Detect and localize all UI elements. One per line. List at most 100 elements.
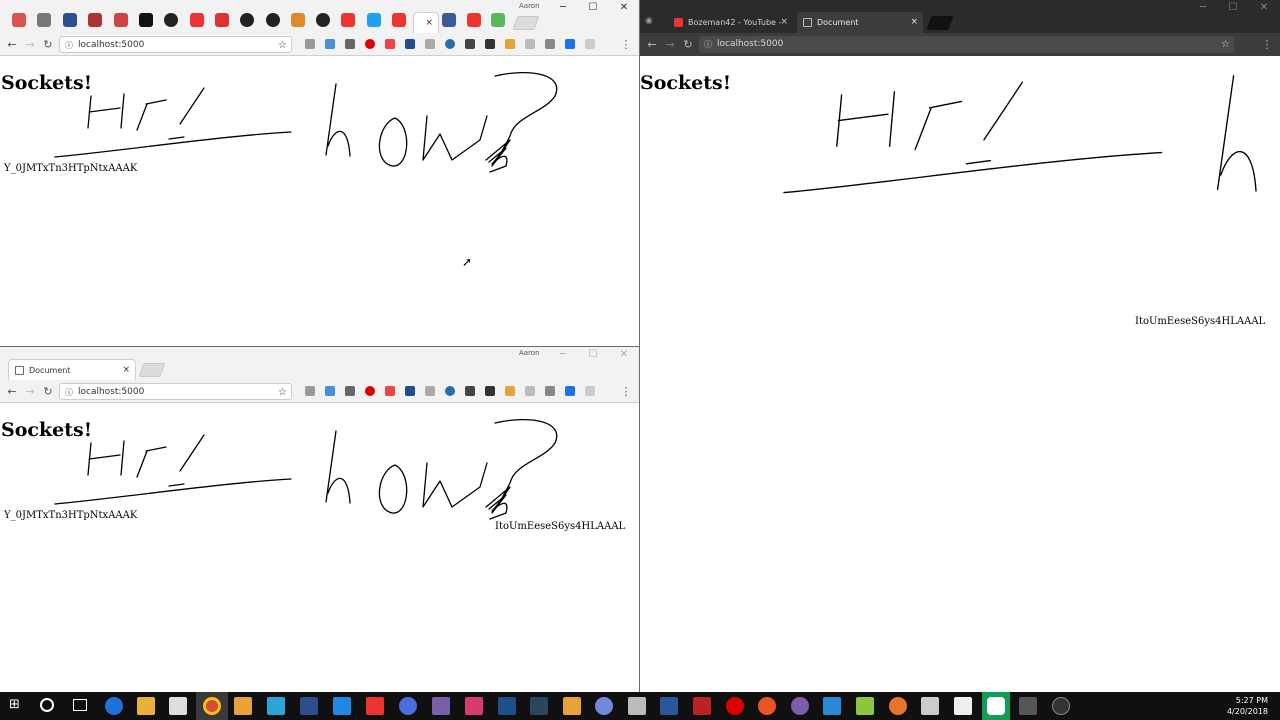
tab-document[interactable]: Document × xyxy=(8,359,136,380)
pocket-icon[interactable] xyxy=(465,386,475,396)
github-icon[interactable] xyxy=(240,13,254,27)
profile-name[interactable]: Aaron xyxy=(519,349,540,357)
tab-close-icon[interactable]: × xyxy=(780,12,788,33)
obs-icon[interactable] xyxy=(1052,697,1070,715)
start-button-icon[interactable]: ⊞ xyxy=(9,698,23,712)
powershell-icon[interactable] xyxy=(300,697,318,715)
drawing-canvas[interactable] xyxy=(0,403,640,692)
minimize-button[interactable]: ─ xyxy=(1193,2,1213,13)
hangouts-taskbar-button[interactable] xyxy=(982,692,1010,720)
extension-icon[interactable] xyxy=(445,39,455,49)
app-icon[interactable] xyxy=(856,697,874,715)
app-icon[interactable] xyxy=(399,697,417,715)
pinned-tab-icon[interactable] xyxy=(12,13,26,27)
extension-icon[interactable] xyxy=(545,39,555,49)
info-icon[interactable]: ⓘ xyxy=(65,384,73,401)
pinned-tab-icon[interactable] xyxy=(63,13,77,27)
tab-close-icon[interactable]: × xyxy=(910,12,918,33)
close-button[interactable]: ✕ xyxy=(1254,2,1274,13)
app-icon[interactable] xyxy=(889,697,907,715)
pinned-tab-icon[interactable] xyxy=(37,13,51,27)
bookmark-star-icon[interactable]: ☆ xyxy=(1221,36,1230,53)
facebook-icon[interactable] xyxy=(442,13,456,27)
cast-icon[interactable] xyxy=(305,386,315,396)
info-icon[interactable]: ⓘ xyxy=(704,36,712,53)
close-button[interactable]: ✕ xyxy=(614,349,634,360)
extension-icon[interactable] xyxy=(405,39,415,49)
extension-icon[interactable] xyxy=(485,386,495,396)
drawing-canvas[interactable]: ➚ xyxy=(0,56,640,346)
extension-icon[interactable] xyxy=(385,39,395,49)
extension-icon[interactable] xyxy=(345,386,355,396)
maximize-button[interactable]: ☐ xyxy=(583,2,603,13)
bookmark-star-icon[interactable]: ☆ xyxy=(278,384,287,401)
extension-icon[interactable] xyxy=(585,39,595,49)
extension-icon[interactable] xyxy=(505,39,515,49)
new-tab-button[interactable] xyxy=(138,363,166,377)
opera-icon[interactable] xyxy=(726,697,744,715)
chrome-menu-icon[interactable]: ⋮ xyxy=(617,38,635,51)
app-icon[interactable] xyxy=(1019,697,1037,715)
extension-icon[interactable] xyxy=(505,386,515,396)
minimize-button[interactable]: ─ xyxy=(553,2,573,13)
app-icon[interactable] xyxy=(628,697,646,715)
word-icon[interactable] xyxy=(660,697,678,715)
pinned-tab-icon[interactable] xyxy=(190,13,204,27)
vue-devtools-icon[interactable] xyxy=(565,39,575,49)
extension-icon[interactable] xyxy=(525,386,535,396)
app-icon[interactable] xyxy=(465,697,483,715)
pinned-tab-icon[interactable] xyxy=(291,13,305,27)
system-clock[interactable]: 5:27 PM 4/20/2018 xyxy=(1227,695,1268,717)
tab-close-icon[interactable]: × xyxy=(122,360,130,380)
github-icon[interactable] xyxy=(316,13,330,27)
forward-button[interactable]: → xyxy=(21,38,39,51)
opera-icon[interactable] xyxy=(365,386,375,396)
app-icon[interactable] xyxy=(954,697,972,715)
youtube-icon[interactable] xyxy=(392,13,406,27)
extension-icon[interactable] xyxy=(385,386,395,396)
pinned-tab-icon[interactable] xyxy=(491,13,505,27)
new-tab-button[interactable] xyxy=(926,16,954,30)
pinned-tab-icon[interactable] xyxy=(114,13,128,27)
extension-icon[interactable] xyxy=(585,386,595,396)
reload-button[interactable]: ↻ xyxy=(39,38,57,51)
minimize-button[interactable]: ─ xyxy=(553,349,573,360)
vscode-icon[interactable] xyxy=(333,697,351,715)
task-view-icon[interactable] xyxy=(73,699,87,711)
notion-icon[interactable] xyxy=(139,13,153,27)
extension-icon[interactable] xyxy=(485,39,495,49)
github-icon[interactable] xyxy=(164,13,178,27)
app-icon[interactable] xyxy=(791,697,809,715)
app-icon[interactable] xyxy=(432,697,450,715)
app-icon[interactable] xyxy=(498,697,516,715)
maximize-button[interactable]: ☐ xyxy=(1223,2,1243,13)
discord-icon[interactable] xyxy=(595,697,613,715)
back-button[interactable]: ← xyxy=(3,385,21,398)
youtube-icon[interactable] xyxy=(341,13,355,27)
twitter-icon[interactable] xyxy=(367,13,381,27)
reload-button[interactable]: ↻ xyxy=(679,38,697,51)
cast-icon[interactable] xyxy=(305,39,315,49)
chrome-taskbar-button[interactable] xyxy=(196,692,228,720)
app-icon[interactable] xyxy=(234,697,252,715)
app-icon[interactable] xyxy=(823,697,841,715)
forward-button[interactable]: → xyxy=(21,385,39,398)
chrome-menu-icon[interactable]: ⋮ xyxy=(1258,38,1276,51)
extension-icon[interactable] xyxy=(525,39,535,49)
pinned-tab-icon[interactable] xyxy=(215,13,229,27)
github-icon[interactable] xyxy=(266,13,280,27)
store-icon[interactable] xyxy=(169,697,187,715)
drawing-canvas[interactable] xyxy=(640,56,1280,692)
profile-name[interactable]: Aaron xyxy=(519,2,540,10)
maximize-button[interactable]: ☐ xyxy=(583,349,603,360)
bookmark-star-icon[interactable]: ☆ xyxy=(278,37,287,54)
search-icon[interactable] xyxy=(40,698,54,712)
back-button[interactable]: ← xyxy=(643,38,661,51)
info-icon[interactable]: ⓘ xyxy=(65,37,73,54)
app-icon[interactable] xyxy=(921,697,939,715)
extension-icon[interactable] xyxy=(325,39,335,49)
vue-devtools-icon[interactable] xyxy=(565,386,575,396)
steam-icon[interactable] xyxy=(530,697,548,715)
edge-icon[interactable] xyxy=(105,697,123,715)
tab-youtube[interactable]: Bozeman42 - YouTube - × xyxy=(668,12,793,33)
